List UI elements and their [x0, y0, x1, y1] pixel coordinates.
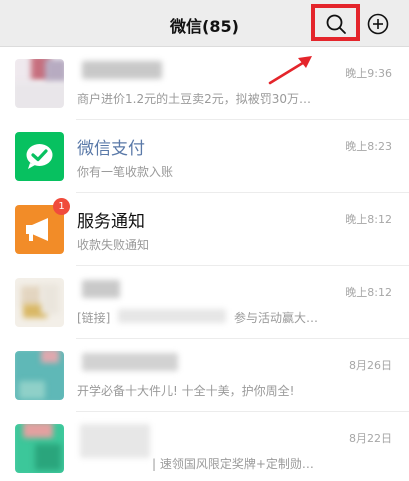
avatar: [15, 351, 64, 400]
chat-time: 8月26日: [349, 359, 392, 372]
chat-preview-left: [链接]: [77, 311, 111, 325]
name-blur: [80, 424, 150, 458]
wechat-pay-avatar: [15, 132, 64, 181]
arrow-icon: [268, 56, 312, 85]
chat-row[interactable]: 商户进价1.2元的土豆卖2元，拟被罚30万… 晚上9:36: [0, 47, 409, 120]
chat-preview: 商户进价1.2元的土豆卖2元，拟被罚30万…: [77, 92, 311, 106]
chat-time: 晚上9:36: [345, 67, 392, 80]
check-speech-bubble-icon: [26, 144, 53, 169]
chat-preview: 开学必备十大件儿! 十全十美，护你周全!: [77, 384, 295, 398]
chat-preview: | 速领国风限定奖牌+定制勋…: [152, 457, 314, 471]
chat-row-wechat-pay[interactable]: 微信支付 你有一笔收款入账 晚上8:23: [0, 120, 409, 193]
chat-preview: 你有一笔收款入账: [77, 165, 174, 179]
avatar: [15, 59, 64, 108]
chat-row[interactable]: | 速领国风限定奖牌+定制勋… 8月22日: [0, 412, 409, 481]
chat-preview-right: 参与活动赢大…: [234, 311, 319, 325]
chat-row[interactable]: 开学必备十大件儿! 十全十美，护你周全! 8月26日: [0, 339, 409, 412]
chat-row[interactable]: [链接] 参与活动赢大… 晚上8:12: [0, 266, 409, 339]
avatar: [15, 424, 64, 473]
chat-name: 微信支付: [77, 139, 145, 159]
chat-time: 晚上8:23: [345, 140, 392, 153]
name-blur: [82, 61, 162, 79]
chat-row-service-notice[interactable]: 1 服务通知 收款失败通知 晚上8:12: [0, 193, 409, 266]
name-blur: [82, 280, 120, 298]
preview-blur: [118, 309, 226, 323]
search-icon[interactable]: [324, 12, 348, 36]
name-blur: [82, 353, 178, 371]
chat-preview: 收款失败通知: [77, 238, 150, 252]
chat-time: 晚上8:12: [345, 286, 392, 299]
add-icon[interactable]: [366, 12, 390, 36]
unread-badge: 1: [53, 198, 70, 215]
chat-time: 晚上8:12: [345, 213, 392, 226]
chat-name: 服务通知: [77, 212, 145, 232]
avatar: [15, 278, 64, 327]
chat-time: 8月22日: [349, 432, 392, 445]
